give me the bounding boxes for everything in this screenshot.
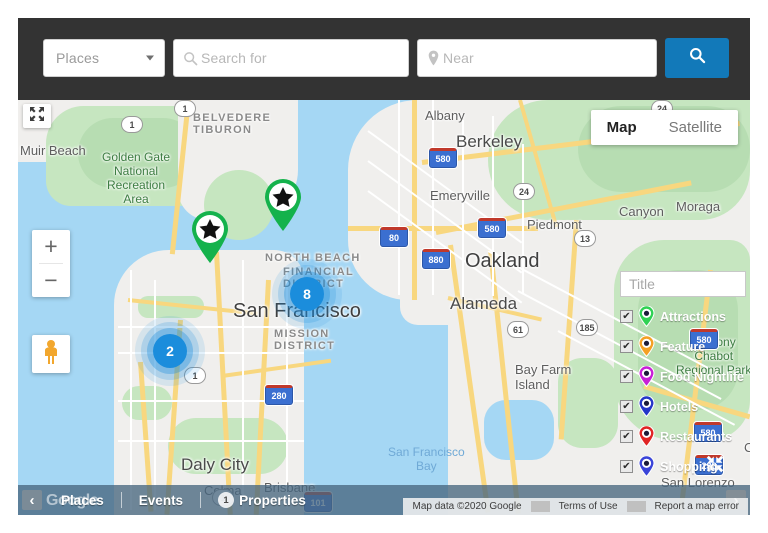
legend-item-label: Food Nightlife	[660, 369, 745, 384]
bed-pin-icon	[638, 396, 655, 417]
google-logo: Google	[46, 492, 99, 509]
street-view-pegman-button[interactable]	[32, 335, 70, 373]
search-bar: Places Search for Near	[43, 38, 729, 78]
legend-checkbox[interactable]: ✔	[620, 430, 633, 443]
expand-map-button[interactable]	[23, 104, 51, 128]
legend-title-placeholder: Title	[629, 276, 655, 292]
legend-item-label: Shopping	[660, 459, 718, 474]
shopping-pin-icon	[638, 456, 655, 477]
expand-arrows-icon	[29, 106, 45, 127]
search-header: Places Search for Near	[18, 18, 750, 100]
marker-cluster-count: 8	[303, 286, 311, 302]
bottom-nav-item-properties[interactable]: 1 Properties	[201, 485, 323, 515]
heart-pin-icon	[638, 336, 655, 357]
route-shield: 80	[380, 227, 408, 247]
legend-item-hotels[interactable]: ✔ Hotels	[620, 396, 744, 417]
route-shield: 1	[184, 367, 206, 384]
chevron-left-icon: ‹	[29, 491, 35, 509]
report-map-error-link[interactable]: Report a map error	[646, 501, 748, 512]
zoom-in-button[interactable]: +	[32, 230, 70, 263]
legend-checkbox[interactable]: ✔	[620, 400, 633, 413]
bottom-nav-badge: 1	[218, 492, 235, 508]
search-input-placeholder: Search for	[201, 50, 267, 66]
chevron-down-icon	[146, 55, 154, 61]
bottom-nav-item-events[interactable]: Events	[122, 485, 200, 515]
map-data-credit: Map data ©2020 Google	[412, 501, 522, 512]
utensils-pin-icon	[638, 426, 655, 447]
route-shield: 61	[507, 321, 529, 338]
marker-cluster-count: 2	[166, 343, 174, 359]
search-icon	[689, 47, 706, 69]
legend-item-restaurants[interactable]: ✔ Restaurants	[620, 426, 744, 447]
route-shield: 1	[174, 100, 196, 117]
marker-cluster[interactable]: 8	[290, 277, 324, 311]
legend-item-label: Feature	[660, 339, 706, 354]
map-pin-icon	[638, 306, 655, 327]
legend-checkbox[interactable]: ✔	[620, 310, 633, 323]
legend-item-food-nightlife[interactable]: ✔ Food Nightlife	[620, 366, 744, 387]
legend-title-input[interactable]: Title	[620, 271, 746, 297]
search-input[interactable]: Search for	[173, 39, 409, 77]
star-pin-icon[interactable]	[261, 176, 305, 232]
zoom-out-button[interactable]: −	[32, 264, 70, 297]
legend-checkbox[interactable]: ✔	[620, 460, 633, 473]
legend-checkbox[interactable]: ✔	[620, 370, 633, 383]
route-shield: 185	[576, 319, 598, 336]
category-select-value: Places	[56, 50, 100, 66]
legend-item-attractions[interactable]: ✔ Attractions	[620, 306, 744, 327]
legend-items[interactable]: ✔ Attractions ✔ Feature ✔ Food Nightlife ✔ Hote…	[620, 306, 744, 477]
bottom-nav-item-label: Properties	[239, 492, 306, 508]
map-viewport[interactable]: Muir Beach BELVEDERE TIBURON Golden Gate Nat…	[18, 100, 750, 515]
near-input-placeholder: Near	[443, 50, 474, 66]
map-type-satellite-button[interactable]: Satellite	[653, 110, 738, 145]
attribution-divider	[530, 501, 550, 512]
route-shield: 280	[265, 385, 293, 405]
map-pin-icon	[427, 50, 440, 66]
terms-of-use-link[interactable]: Terms of Use	[550, 501, 627, 512]
map-legend[interactable]: Title ✔ Attractions ✔ Feature ✔ Food Nightlif…	[610, 263, 750, 487]
attribution-divider	[626, 501, 646, 512]
marker-cluster[interactable]: 2	[153, 334, 187, 368]
near-input[interactable]: Near	[417, 39, 657, 77]
legend-item-shopping[interactable]: ✔ Shopping	[620, 456, 744, 477]
route-shield: 1	[121, 116, 143, 133]
bottom-nav-bar[interactable]: Google ‹ PlacesEvents1Properties › Map d…	[18, 485, 750, 515]
legend-item-label: Hotels	[660, 399, 699, 414]
search-button[interactable]	[665, 38, 729, 78]
legend-checkbox[interactable]: ✔	[620, 340, 633, 353]
zoom-controls[interactable]: + −	[32, 230, 70, 297]
map-type-map-button[interactable]: Map	[591, 110, 653, 145]
search-icon	[183, 51, 198, 66]
cocktail-pin-icon	[638, 366, 655, 387]
map-search-app: Places Search for Near Muir Beach BELVED…	[0, 0, 768, 533]
route-shield: 13	[574, 230, 596, 247]
star-pin-icon[interactable]	[188, 208, 232, 264]
route-shield: 24	[513, 183, 535, 200]
street-view-pegman-icon	[40, 339, 62, 370]
prev-button[interactable]: ‹	[22, 490, 42, 510]
bottom-nav-item-label: Events	[138, 492, 184, 508]
map-attribution: Map data ©2020 Google Terms of Use Repor…	[403, 498, 748, 515]
route-shield: 580	[429, 148, 457, 168]
map-type-toggle[interactable]: Map Satellite	[590, 110, 738, 145]
legend-item-feature[interactable]: ✔ Feature	[620, 336, 744, 357]
legend-item-label: Restaurants	[660, 429, 733, 444]
category-select[interactable]: Places	[43, 39, 165, 77]
route-shield: 880	[422, 249, 450, 269]
legend-item-label: Attractions	[660, 309, 726, 324]
route-shield: 580	[478, 218, 506, 238]
